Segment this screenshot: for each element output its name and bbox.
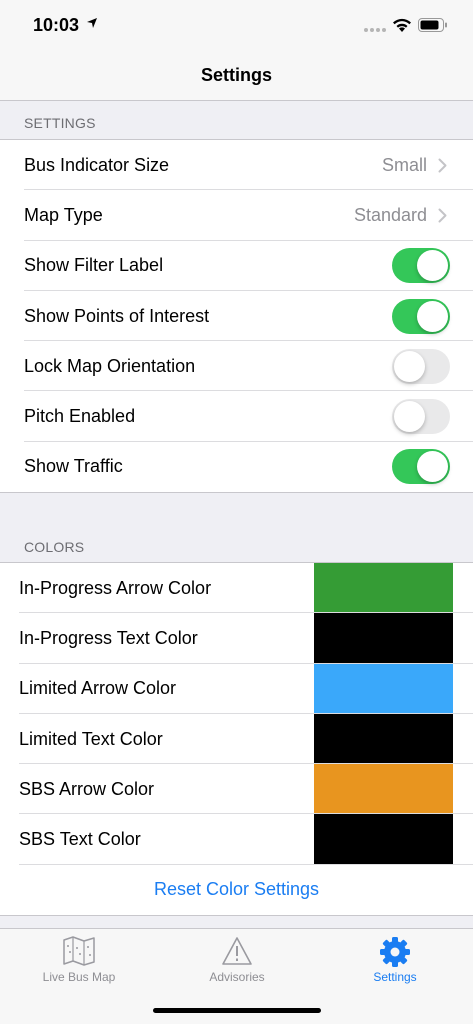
reset-color-settings-button[interactable]: Reset Color Settings	[154, 879, 319, 900]
lock-map-orientation-toggle[interactable]	[392, 348, 450, 384]
tab-label: Advisories	[209, 970, 265, 984]
row-label: Show Traffic	[24, 456, 123, 477]
show-traffic-row: Show Traffic	[0, 442, 473, 492]
color-swatch[interactable]	[314, 814, 453, 865]
limited-arrow-color-row[interactable]: Limited Arrow Color	[0, 663, 473, 714]
gear-icon	[380, 937, 410, 967]
reset-row: Reset Color Settings	[0, 865, 473, 915]
in-progress-arrow-color-row[interactable]: In-Progress Arrow Color	[0, 563, 473, 614]
row-label: Show Filter Label	[24, 255, 164, 276]
warning-icon	[222, 937, 252, 965]
row-label: Show Points of Interest	[24, 305, 210, 326]
chevron-right-icon	[438, 158, 447, 173]
show-traffic-toggle[interactable]	[392, 449, 450, 485]
map-type-row[interactable]: Map Type Standard	[0, 190, 473, 241]
pitch-enabled-row: Pitch Enabled	[0, 391, 473, 442]
row-value: Small	[381, 154, 427, 175]
row-label: Limited Arrow Color	[19, 678, 177, 699]
location-arrow-icon	[87, 18, 97, 28]
colors-group: In-Progress Arrow Color In-Progress Text…	[0, 562, 473, 916]
chevron-right-icon	[438, 208, 447, 223]
pitch-enabled-toggle[interactable]	[392, 399, 450, 435]
in-progress-text-color-row[interactable]: In-Progress Text Color	[0, 613, 473, 664]
color-swatch[interactable]	[314, 663, 453, 714]
home-indicator	[153, 1008, 321, 1013]
cellular-signal-icon	[364, 28, 386, 32]
row-label: Pitch Enabled	[24, 406, 136, 427]
show-points-of-interest-row: Show Points of Interest	[0, 291, 473, 342]
color-swatch[interactable]	[314, 764, 453, 815]
row-label: In-Progress Arrow Color	[19, 577, 212, 598]
lock-map-orientation-row: Lock Map Orientation	[0, 341, 473, 392]
show-filter-label-row: Show Filter Label	[0, 241, 473, 291]
sbs-text-color-row[interactable]: SBS Text Color	[0, 814, 473, 865]
tab-label: Live Bus Map	[42, 970, 116, 984]
show-points-of-interest-toggle[interactable]	[392, 298, 450, 334]
row-label: In-Progress Text Color	[19, 627, 198, 648]
row-label: Map Type	[24, 204, 103, 225]
status-time: 10:03	[33, 15, 80, 35]
page-title: Settings	[200, 65, 272, 85]
show-filter-label-toggle[interactable]	[392, 248, 450, 284]
row-label: SBS Text Color	[19, 829, 141, 850]
row-label: Lock Map Orientation	[24, 355, 196, 376]
row-label: SBS Arrow Color	[19, 778, 155, 799]
tab-advisories[interactable]: Advisories	[158, 929, 316, 991]
tab-settings[interactable]: Settings	[316, 929, 473, 991]
navigation-bar: Settings	[0, 52, 473, 101]
map-icon	[63, 936, 95, 966]
color-swatch[interactable]	[314, 613, 453, 664]
bus-indicator-size-row[interactable]: Bus Indicator Size Small	[0, 140, 473, 191]
color-swatch[interactable]	[314, 563, 453, 614]
row-label: Limited Text Color	[19, 728, 163, 749]
tab-live-bus-map[interactable]: Live Bus Map	[0, 929, 158, 991]
tab-label: Settings	[373, 970, 417, 984]
settings-group: Bus Indicator Size Small Map Type Standa…	[0, 139, 473, 494]
row-value: Standard	[353, 204, 427, 225]
color-swatch[interactable]	[314, 713, 453, 765]
settings-section-header: SETTINGS	[24, 115, 96, 131]
row-label: Bus Indicator Size	[24, 154, 170, 175]
status-bar: 10:03	[0, 0, 473, 52]
battery-icon	[418, 18, 447, 32]
colors-section-header: COLORS	[24, 539, 85, 555]
limited-text-color-row[interactable]: Limited Text Color	[0, 713, 473, 765]
sbs-arrow-color-row[interactable]: SBS Arrow Color	[0, 764, 473, 815]
wifi-icon	[393, 18, 411, 32]
